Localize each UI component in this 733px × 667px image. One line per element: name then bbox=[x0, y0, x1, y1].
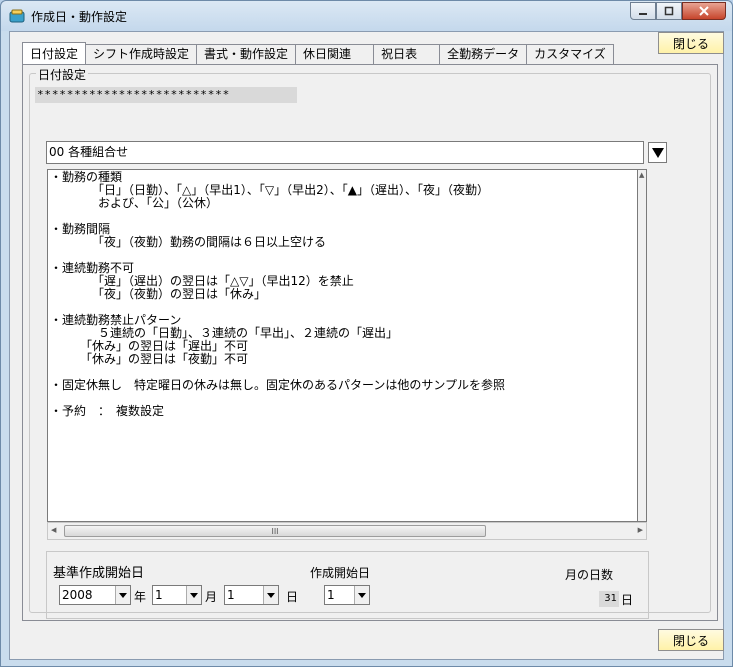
window-title: 作成日・動作設定 bbox=[31, 10, 128, 24]
day-unit-label: 日 bbox=[286, 590, 299, 604]
start-date-group: 基準作成開始日 2008 年 1 月 1 日 作成開始日 1 月の日数 31 日 bbox=[46, 551, 649, 619]
description-vertical-scrollbar[interactable]: ▲ bbox=[638, 169, 647, 522]
description-horizontal-scrollbar[interactable]: ◀ III ▶ bbox=[47, 522, 647, 540]
year-dropdown-button[interactable] bbox=[115, 586, 130, 604]
caption-buttons bbox=[630, 2, 726, 20]
creation-start-date-label: 作成開始日 bbox=[310, 566, 371, 580]
dialog-client-area: 閉じる 日付設定 シフト作成時設定 書式・動作設定 休日関連 祝日表 全勤務デー… bbox=[9, 31, 724, 660]
chevron-down-icon bbox=[267, 592, 275, 598]
maximize-icon[interactable] bbox=[656, 2, 682, 20]
description-line: ・予約 ： 複数設定 bbox=[50, 404, 165, 418]
description-line: ・固定休無し 特定曜日の休みは無し。固定休のあるパターンは他のサンプルを参照 bbox=[50, 378, 506, 392]
description-line bbox=[50, 249, 635, 262]
close-button-bottom[interactable]: 閉じる bbox=[658, 629, 724, 651]
tab-all-shift-data[interactable]: 全勤務データ bbox=[440, 44, 528, 64]
creation-start-day-select[interactable]: 1 bbox=[324, 585, 370, 605]
description-line: および、「公」（公休） bbox=[50, 196, 219, 210]
scroll-up-icon[interactable]: ▲ bbox=[639, 171, 644, 179]
chevron-down-icon bbox=[119, 592, 127, 598]
days-in-month-label: 月の日数 bbox=[565, 568, 614, 582]
tab-holidays-related[interactable]: 休日関連 bbox=[296, 44, 375, 64]
month-select[interactable]: 1 bbox=[152, 585, 202, 605]
scroll-right-icon[interactable]: ▶ bbox=[638, 526, 643, 534]
close-button-top[interactable]: 閉じる bbox=[658, 32, 724, 54]
date-settings-panel: 日付設定 ************************** 00 各種組合せ… bbox=[22, 64, 718, 621]
creation-start-day-value: 1 bbox=[327, 588, 335, 602]
chevron-down-icon bbox=[358, 592, 366, 598]
tab-format-behavior[interactable]: 書式・動作設定 bbox=[197, 44, 297, 64]
month-dropdown-button[interactable] bbox=[186, 586, 201, 604]
scroll-left-icon[interactable]: ◀ bbox=[51, 526, 56, 534]
tab-date-settings[interactable]: 日付設定 bbox=[22, 42, 87, 64]
chevron-down-icon bbox=[190, 592, 198, 598]
group-title: 日付設定 bbox=[36, 66, 89, 83]
year-unit-label: 年 bbox=[134, 590, 147, 604]
horizontal-scroll-thumb[interactable]: III bbox=[64, 525, 486, 537]
base-start-date-label: 基準作成開始日 bbox=[53, 566, 145, 581]
creation-start-dropdown-button[interactable] bbox=[354, 586, 369, 604]
year-select[interactable]: 2008 bbox=[59, 585, 131, 605]
days-in-month-unit: 日 bbox=[621, 593, 634, 607]
tab-strip: 日付設定 シフト作成時設定 書式・動作設定 休日関連 祝日表 全勤務データ カス… bbox=[22, 42, 614, 64]
close-icon[interactable] bbox=[682, 2, 726, 20]
description-textarea[interactable]: ・勤務の種類 「日」（日勤）、「△」（早出1）、「▽」（早出2）、「▲」（遅出）… bbox=[47, 169, 638, 522]
title-bar[interactable]: 作成日・動作設定 bbox=[1, 1, 732, 31]
chevron-down-icon bbox=[651, 147, 664, 158]
settings-window: 作成日・動作設定 閉じる 日付設定 シフト作成時設定 書式・動作設定 休日関連 … bbox=[0, 0, 733, 667]
year-value: 2008 bbox=[62, 588, 93, 602]
tab-shift-creation-settings[interactable]: シフト作成時設定 bbox=[86, 44, 198, 64]
day-dropdown-button[interactable] bbox=[263, 586, 278, 604]
masked-field: ************************** bbox=[35, 87, 297, 103]
tab-holiday-table[interactable]: 祝日表 bbox=[374, 44, 441, 64]
app-icon bbox=[9, 9, 25, 23]
tab-customize[interactable]: カスタマイズ bbox=[527, 44, 614, 64]
description-line: 「休み」の翌日は「夜勤」不可 bbox=[50, 352, 249, 366]
description-line: 「夜」（夜勤）勤務の間隔は６日以上空ける bbox=[50, 235, 327, 249]
scroll-thumb-grip: III bbox=[271, 526, 279, 536]
days-in-month-value: 31 bbox=[599, 591, 619, 607]
day-value: 1 bbox=[227, 588, 235, 602]
minimize-icon[interactable] bbox=[630, 2, 656, 20]
pattern-combo-dropdown-button[interactable] bbox=[648, 142, 667, 163]
month-value: 1 bbox=[155, 588, 163, 602]
pattern-combo-input[interactable]: 00 各種組合せ bbox=[46, 141, 644, 164]
description-line bbox=[50, 210, 635, 223]
description-line: 「夜」（夜勤）の翌日は「休み」 bbox=[50, 287, 267, 301]
month-unit-label: 月 bbox=[205, 590, 218, 604]
day-select[interactable]: 1 bbox=[224, 585, 279, 605]
